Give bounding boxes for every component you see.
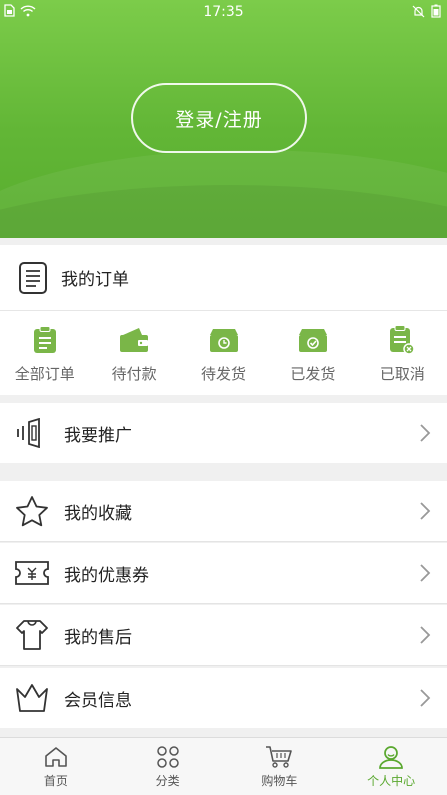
menu-item-member-info[interactable]: 会员信息 [0,668,447,728]
tab-category-label: 分类 [155,774,180,788]
clipboard-icon [30,325,60,355]
menu-item-promote[interactable]: 我要推广 [0,403,447,463]
orders-panel: 我的订单 全部订单 待付款 待发货 已发货 已取消 [0,245,447,395]
star-icon [14,493,50,529]
tab-cart[interactable]: 购物车 [224,738,336,795]
tab-category[interactable]: 分类 [112,738,224,795]
crown-icon [14,680,50,716]
status-cancelled-label: 已取消 [379,365,425,383]
login-register-button[interactable]: 登录/注册 [131,83,307,153]
menu-label-coupons: 我的优惠券 [64,565,149,586]
chevron-right-icon [415,625,435,645]
divider [0,665,447,666]
menu-label-promote: 我要推广 [64,425,132,446]
status-time: 17:35 [203,4,244,20]
divider [0,541,447,542]
clock-box-icon [209,325,239,355]
status-shipped-label: 已发货 [290,365,336,383]
tab-home[interactable]: 首页 [0,738,112,795]
cancel-doc-icon [387,325,417,355]
shirt-icon [14,617,50,653]
my-orders-title: 我的订单 [61,270,129,290]
status-all-orders[interactable]: 全部订单 [0,311,89,393]
mute-bell-icon [412,5,425,22]
category-icon [154,744,182,770]
menu-label-favorites: 我的收藏 [64,503,132,524]
my-orders-header[interactable]: 我的订单 [0,245,447,311]
menu-item-coupons[interactable]: 我的优惠券 [0,543,447,603]
menu-label-member-info: 会员信息 [64,690,132,711]
order-list-icon [13,258,53,298]
menu-item-after-sales[interactable]: 我的售后 [0,605,447,665]
status-cancelled[interactable]: 已取消 [358,311,447,393]
status-pending-payment-label: 待付款 [111,365,157,383]
user-icon [377,744,405,770]
status-all-orders-label: 全部订单 [14,365,75,383]
chevron-right-icon [415,423,435,443]
wallet-icon [119,325,149,355]
status-pending-shipment[interactable]: 待发货 [179,311,268,393]
profile-header: 17:35 登录/注册 [0,0,447,238]
order-status-row: 全部订单 待付款 待发货 已发货 已取消 [0,311,447,393]
tab-cart-label: 购物车 [261,774,298,788]
status-bar: 17:35 [0,0,447,24]
check-box-icon [298,325,328,355]
status-pending-payment[interactable]: 待付款 [89,311,178,393]
menu-label-after-sales: 我的售后 [64,627,132,648]
cart-icon [265,744,293,770]
tab-profile-label: 个人中心 [367,774,416,788]
coupon-icon [14,555,50,591]
status-shipped[interactable]: 已发货 [268,311,357,393]
speaker-icon [14,415,50,451]
chevron-right-icon [415,688,435,708]
menu-item-favorites[interactable]: 我的收藏 [0,481,447,541]
tab-home-label: 首页 [43,774,68,788]
divider [0,603,447,604]
chevron-right-icon [415,563,435,583]
bottom-tab-bar: 首页 分类 购物车 个人中心 [0,737,447,795]
home-icon [42,744,70,770]
tab-profile[interactable]: 个人中心 [335,738,447,795]
battery-icon [431,4,441,22]
chevron-right-icon [415,501,435,521]
status-pending-shipment-label: 待发货 [201,365,247,383]
